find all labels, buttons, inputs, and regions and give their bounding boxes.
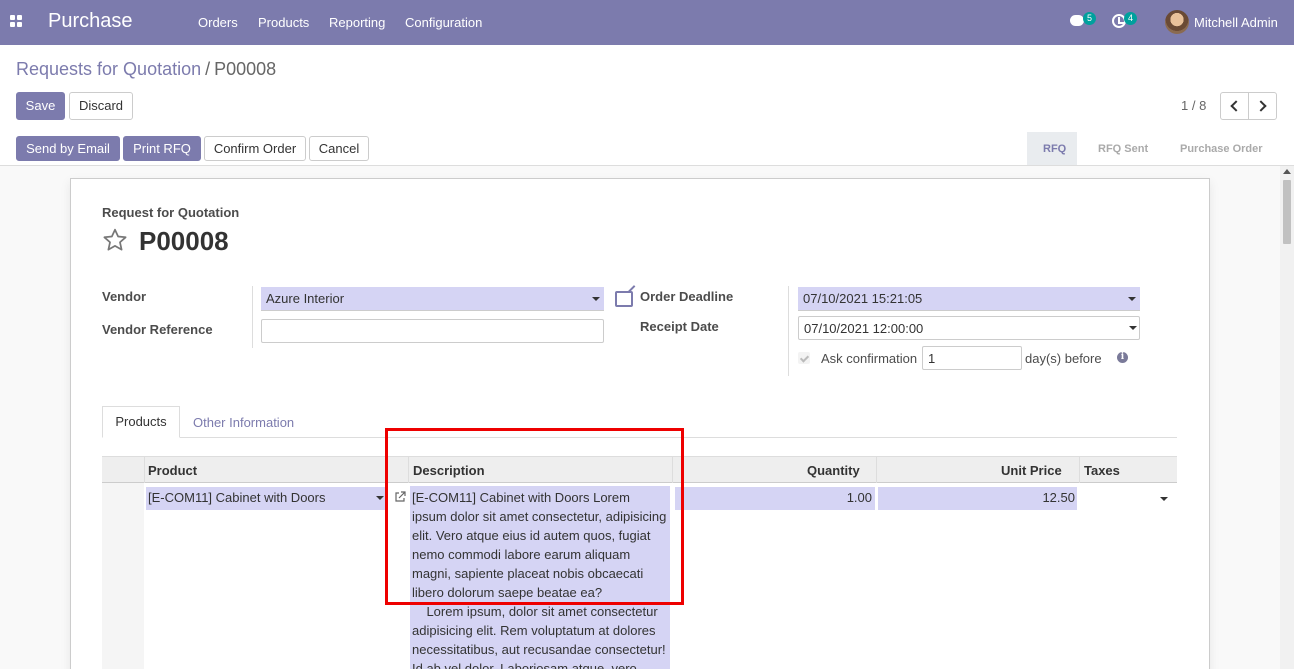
save-button[interactable]: Save <box>16 92 65 120</box>
vendor-label: Vendor <box>102 289 147 304</box>
menu-products[interactable]: Products <box>258 15 309 30</box>
days-before-label: day(s) before <box>1025 351 1102 366</box>
user-name[interactable]: Mitchell Admin <box>1194 15 1278 30</box>
chevron-down-icon[interactable] <box>592 297 600 301</box>
apps-menu-icon[interactable] <box>10 15 23 28</box>
menu-reporting[interactable]: Reporting <box>329 15 385 30</box>
activities-count-badge: 4 <box>1124 12 1137 25</box>
chevron-down-icon[interactable] <box>376 496 384 500</box>
messages-count-badge: 5 <box>1083 12 1096 25</box>
scroll-thumb[interactable] <box>1283 180 1291 244</box>
menu-configuration[interactable]: Configuration <box>405 15 482 30</box>
order-deadline-value: 07/10/2021 15:21:05 <box>803 291 923 306</box>
app-name[interactable]: Purchase <box>48 10 133 33</box>
vendor-select[interactable]: Azure Interior <box>261 287 604 311</box>
column-divider <box>876 456 877 483</box>
breadcrumb-current: P00008 <box>214 59 277 79</box>
pager-next-button[interactable] <box>1248 92 1277 120</box>
external-link-icon[interactable] <box>615 291 633 307</box>
column-header-quantity[interactable]: Quantity <box>807 463 860 478</box>
print-rfq-button[interactable]: Print RFQ <box>123 136 201 161</box>
status-rfq[interactable]: RFQ <box>1027 132 1077 166</box>
scroll-up-icon[interactable] <box>1283 169 1291 174</box>
column-divider <box>1079 456 1080 483</box>
order-deadline-label: Order Deadline <box>640 289 734 304</box>
ask-confirmation-checkbox[interactable] <box>798 352 810 364</box>
status-rfq-sent[interactable]: RFQ Sent <box>1082 132 1158 166</box>
product-value: [E-COM11] Cabinet with Doors <box>148 490 326 505</box>
scrollbar[interactable] <box>1280 166 1294 669</box>
chevron-down-icon[interactable] <box>1160 497 1168 501</box>
receipt-date-value: 07/10/2021 12:00:00 <box>804 321 924 336</box>
breadcrumb-parent[interactable]: Requests for Quotation <box>16 59 201 79</box>
form-subtitle: Request for Quotation <box>102 205 240 220</box>
vendor-reference-input[interactable] <box>261 319 604 343</box>
ask-confirmation-label: Ask confirmation <box>821 351 918 366</box>
chevron-down-icon[interactable] <box>1128 297 1136 301</box>
receipt-date-label: Receipt Date <box>640 319 719 334</box>
taxes-select[interactable] <box>1082 487 1172 510</box>
quantity-input[interactable]: 1.00 <box>675 487 875 510</box>
vendor-reference-label: Vendor Reference <box>102 322 213 337</box>
chevron-right-icon <box>1255 100 1267 112</box>
highlight-annotation-box <box>385 428 684 605</box>
messages-icon[interactable] <box>1070 15 1084 26</box>
user-avatar[interactable] <box>1165 10 1189 34</box>
pager-previous-button[interactable] <box>1220 92 1249 120</box>
chevron-left-icon <box>1230 100 1242 112</box>
order-deadline-input[interactable]: 07/10/2021 15:21:05 <box>798 287 1140 311</box>
column-header-unit-price[interactable]: Unit Price <box>1001 463 1062 478</box>
column-header-taxes[interactable]: Taxes <box>1084 463 1120 478</box>
chevron-down-icon[interactable] <box>1129 326 1137 330</box>
pager-value[interactable]: 1 / 8 <box>1181 98 1206 113</box>
breadcrumb-separator: / <box>205 59 211 79</box>
label-divider-right <box>788 286 789 376</box>
breadcrumb: Requests for Quotation / P00008 <box>16 59 276 80</box>
product-select[interactable]: [E-COM11] Cabinet with Doors <box>146 487 386 510</box>
receipt-date-input[interactable]: 07/10/2021 12:00:00 <box>798 316 1140 340</box>
column-header-product[interactable]: Product <box>148 463 197 478</box>
discard-button[interactable]: Discard <box>69 92 133 120</box>
menu-orders[interactable]: Orders <box>198 15 238 30</box>
top-navbar: Purchase Orders Products Reporting Confi… <box>0 0 1294 45</box>
unit-price-input[interactable]: 12.50 <box>878 487 1077 510</box>
vendor-value: Azure Interior <box>266 291 345 306</box>
label-divider <box>252 286 253 348</box>
star-icon[interactable] <box>102 227 128 253</box>
confirm-order-button[interactable]: Confirm Order <box>204 136 306 161</box>
ask-confirmation-days-input[interactable]: 1 <box>922 346 1022 370</box>
status-purchase-order[interactable]: Purchase Order <box>1164 132 1274 166</box>
tab-other-information[interactable]: Other Information <box>193 415 294 430</box>
info-icon[interactable]: i <box>1117 352 1128 363</box>
send-by-email-button[interactable]: Send by Email <box>16 136 120 161</box>
cancel-button[interactable]: Cancel <box>309 136 369 161</box>
tab-products[interactable]: Products <box>102 406 180 438</box>
record-name: P00008 <box>139 226 229 256</box>
row-handle-column <box>102 483 144 669</box>
column-divider <box>144 456 145 483</box>
